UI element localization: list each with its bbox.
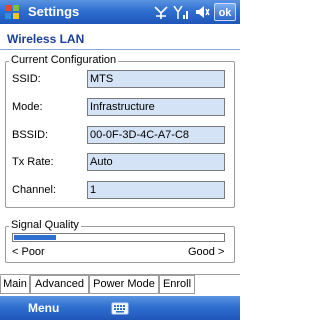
signal-quality-bar — [12, 233, 225, 242]
tab-power-mode[interactable]: Power Mode — [89, 275, 159, 294]
signal-strength-icon[interactable] — [172, 3, 190, 21]
channel-label: Channel: — [12, 184, 57, 196]
current-configuration-legend: Current Configuration — [9, 54, 119, 66]
softkey-bar: Menu — [0, 296, 240, 320]
menu-softkey[interactable]: Menu — [28, 301, 59, 315]
bssid-field[interactable]: 00-0F-3D-4C-A7-C8 — [87, 126, 225, 144]
mode-label: Mode: — [12, 101, 43, 113]
tx-rate-label: Tx Rate: — [12, 156, 54, 168]
tx-rate-field[interactable]: Auto — [87, 153, 225, 171]
tab-enroll[interactable]: Enroll — [159, 275, 195, 294]
signal-quality-legend: Signal Quality — [9, 219, 81, 231]
ssid-label: SSID: — [12, 73, 41, 85]
connectivity-icon[interactable] — [152, 3, 170, 21]
ssid-field[interactable]: MTS — [87, 70, 225, 88]
tab-main[interactable]: Main — [0, 275, 30, 294]
tab-advanced[interactable]: Advanced — [30, 275, 89, 294]
window-title: Settings — [28, 4, 80, 19]
heading-divider — [0, 49, 240, 50]
signal-poor-label: < Poor — [12, 246, 45, 258]
keyboard-icon[interactable] — [111, 300, 129, 316]
channel-field[interactable]: 1 — [87, 181, 225, 199]
volume-icon[interactable] — [194, 3, 210, 21]
page-title: Wireless LAN — [7, 32, 85, 46]
ok-button[interactable]: ok — [214, 3, 236, 21]
signal-good-label: Good > — [188, 246, 225, 258]
title-bar: Settings ok — [0, 0, 240, 24]
bssid-label: BSSID: — [12, 129, 49, 141]
windows-start-icon[interactable] — [4, 4, 20, 20]
signal-quality-fill — [14, 235, 56, 240]
mode-field[interactable]: Infrastructure — [87, 98, 225, 116]
